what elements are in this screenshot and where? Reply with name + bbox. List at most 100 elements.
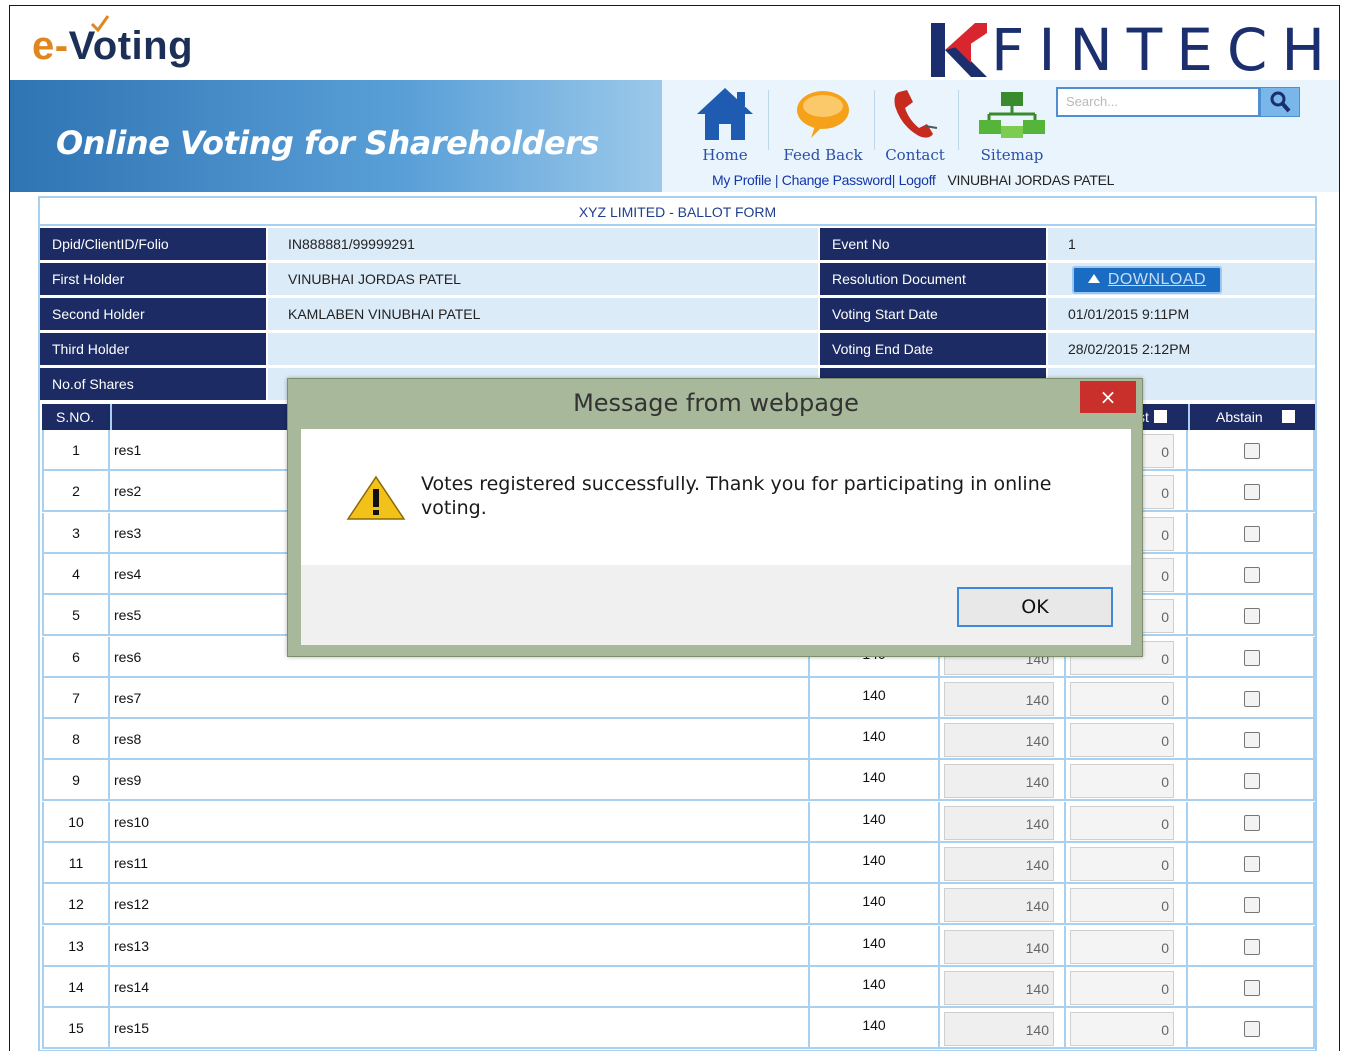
nav-contact-label: Contact — [885, 146, 945, 164]
logoff-link[interactable]: Logoff — [899, 172, 936, 188]
close-icon: × — [1099, 385, 1117, 409]
change-password-link[interactable]: Change Password — [782, 172, 892, 188]
row-favor-cell: 140 — [940, 801, 1066, 843]
ballot-title: XYZ LIMITED - BALLOT FORM — [40, 198, 1315, 226]
against-input[interactable]: 0 — [1070, 681, 1174, 716]
dialog-body: Votes registered successfully. Thank you… — [301, 429, 1131, 565]
row-sno: 13 — [42, 925, 110, 967]
row-abstain-cell — [1188, 1008, 1315, 1050]
ok-button[interactable]: OK — [957, 587, 1113, 627]
row-sno: 7 — [42, 677, 110, 719]
column-header-sno: S.NO. — [56, 409, 95, 425]
favor-input[interactable]: 140 — [944, 888, 1054, 923]
nav-feedback[interactable]: Feed Back — [776, 86, 870, 164]
row-resolution-name: res15 — [110, 1008, 810, 1050]
against-input[interactable]: 0 — [1070, 929, 1174, 964]
favor-input[interactable]: 140 — [944, 847, 1054, 881]
against-input[interactable]: 0 — [1070, 805, 1174, 840]
abstain-checkbox[interactable] — [1244, 856, 1260, 872]
info-value: KAMLABEN VINUBHAI PATEL — [268, 298, 818, 330]
info-label: First Holder — [40, 263, 266, 295]
row-favor-cell: 140 — [940, 966, 1066, 1008]
favor-input[interactable]: 140 — [944, 723, 1054, 758]
row-abstain-cell — [1188, 801, 1315, 843]
abstain-checkbox[interactable] — [1244, 1021, 1260, 1038]
info-value — [268, 333, 818, 365]
abstain-checkbox[interactable] — [1244, 814, 1260, 831]
abstain-checkbox[interactable] — [1244, 649, 1260, 666]
favor-input[interactable]: 140 — [944, 805, 1054, 840]
row-sno: 12 — [42, 884, 110, 926]
sitemap-icon — [979, 92, 1045, 138]
abstain-checkbox[interactable] — [1244, 732, 1260, 749]
search-input[interactable]: Search... — [1056, 87, 1260, 117]
nav-contact[interactable]: Contact — [878, 86, 952, 164]
row-sno: 15 — [42, 1008, 110, 1050]
info-value: DOWNLOAD — [1048, 263, 1315, 295]
row-against-cell: 0 — [1066, 966, 1188, 1008]
row-abstain-cell — [1188, 553, 1315, 595]
dialog-message: Votes registered successfully. Thank you… — [421, 473, 1052, 519]
table-row: 13 res13 140 140 0 — [42, 925, 1315, 967]
row-favor-cell: 140 — [940, 925, 1066, 967]
abstain-checkbox[interactable] — [1244, 608, 1260, 625]
against-all-checkbox[interactable] — [1154, 410, 1167, 423]
row-abstain-cell — [1188, 595, 1315, 637]
abstain-all-checkbox[interactable] — [1282, 410, 1295, 423]
info-row: Dpid/ClientID/Folio IN888881/99999291 Ev… — [40, 228, 1315, 262]
info-value: 28/02/2015 2:12PM — [1048, 333, 1315, 365]
abstain-checkbox[interactable] — [1244, 897, 1260, 914]
nav-divider — [768, 90, 769, 150]
column-divider — [1188, 404, 1190, 430]
my-profile-link[interactable]: My Profile — [712, 172, 772, 188]
row-against-cell: 0 — [1066, 760, 1188, 802]
row-against-cell: 0 — [1066, 884, 1188, 926]
against-input[interactable]: 0 — [1070, 1012, 1174, 1047]
favor-input[interactable]: 140 — [944, 681, 1054, 716]
user-name: VINUBHAI JORDAS PATEL — [947, 172, 1115, 188]
search-button[interactable] — [1260, 87, 1300, 117]
row-sno: 9 — [42, 760, 110, 802]
abstain-checkbox[interactable] — [1244, 484, 1260, 501]
download-button[interactable]: DOWNLOAD — [1072, 266, 1222, 294]
phone-icon — [894, 90, 938, 138]
row-shares: 140 — [810, 1008, 940, 1050]
brand-name: FINTECH — [990, 16, 1339, 84]
against-input[interactable]: 0 — [1070, 847, 1174, 881]
dialog-footer: OK — [301, 565, 1131, 645]
abstain-checkbox[interactable] — [1244, 566, 1260, 583]
column-header-abstain: Abstain — [1216, 409, 1263, 425]
row-sno: 10 — [42, 801, 110, 843]
favor-input[interactable]: 140 — [944, 929, 1054, 964]
abstain-checkbox[interactable] — [1244, 938, 1260, 955]
abstain-checkbox[interactable] — [1244, 773, 1260, 790]
favor-input[interactable]: 140 — [944, 1012, 1054, 1047]
abstain-checkbox[interactable] — [1244, 525, 1260, 542]
table-row: 12 res12 140 140 0 — [42, 884, 1315, 926]
nav-sitemap[interactable]: Sitemap — [970, 86, 1054, 164]
logo-text: Voting — [68, 24, 194, 68]
nav-home[interactable]: Home — [688, 86, 762, 164]
row-against-cell: 0 — [1066, 801, 1188, 843]
feedback-icon — [797, 91, 849, 138]
logo-prefix: e- — [32, 24, 69, 68]
abstain-checkbox[interactable] — [1244, 443, 1260, 459]
info-label: Resolution Document — [820, 263, 1046, 295]
row-abstain-cell — [1188, 884, 1315, 926]
row-against-cell: 0 — [1066, 719, 1188, 761]
against-input[interactable]: 0 — [1070, 723, 1174, 758]
favor-input[interactable]: 140 — [944, 970, 1054, 1005]
kfintech-mark-icon — [930, 23, 987, 77]
abstain-checkbox[interactable] — [1244, 690, 1260, 707]
against-input[interactable]: 0 — [1070, 888, 1174, 923]
row-favor-cell: 140 — [940, 760, 1066, 802]
against-input[interactable]: 0 — [1070, 764, 1174, 799]
abstain-checkbox[interactable] — [1244, 979, 1260, 996]
row-resolution-name: res8 — [110, 719, 810, 761]
against-input[interactable]: 0 — [1070, 970, 1174, 1005]
row-against-cell: 0 — [1066, 843, 1188, 884]
row-abstain-cell — [1188, 925, 1315, 967]
favor-input[interactable]: 140 — [944, 764, 1054, 799]
row-sno: 2 — [42, 471, 110, 513]
dialog-close-button[interactable]: × — [1080, 381, 1136, 413]
